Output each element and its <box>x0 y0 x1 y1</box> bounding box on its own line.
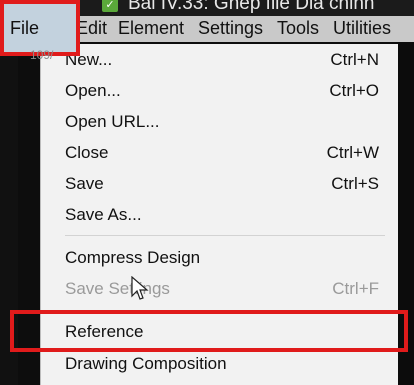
menu-file[interactable]: File <box>10 18 39 39</box>
menu-item-save-settings: Save Settings Ctrl+F <box>41 275 399 305</box>
window-title: Bai IV.33: Ghép file Dia chinh <box>128 0 375 14</box>
page-indicator: 109/ <box>30 48 54 62</box>
menu-item-open-url[interactable]: Open URL... <box>41 108 399 138</box>
menu-item-save[interactable]: Save Ctrl+S <box>41 170 399 200</box>
menu-edit[interactable]: Edit <box>76 18 107 39</box>
menu-item-shortcut: Ctrl+W <box>326 143 379 162</box>
menu-item-label: Drawing Composition <box>65 354 227 373</box>
menu-item-label: Close <box>65 143 109 162</box>
menu-item-shortcut: Ctrl+S <box>331 174 379 193</box>
menu-settings[interactable]: Settings <box>198 18 263 39</box>
menu-separator <box>65 235 385 236</box>
menu-item-new[interactable]: New... Ctrl+N <box>41 46 399 76</box>
menu-item-shortcut: Ctrl+N <box>330 50 379 69</box>
menu-element[interactable]: Element <box>118 18 184 39</box>
checkmark-icon: ✓ <box>102 0 118 12</box>
menu-item-label: Save <box>65 174 104 193</box>
menu-item-drawing-composition[interactable]: Drawing Composition <box>41 350 399 380</box>
menu-item-shortcut: Ctrl+O <box>329 81 379 100</box>
menu-item-open[interactable]: Open... Ctrl+O <box>41 77 399 107</box>
menu-item-label: Open URL... <box>65 112 160 131</box>
menu-item-shortcut: Ctrl+F <box>332 279 379 298</box>
menu-item-label: Save Settings <box>65 279 170 298</box>
menu-item-close[interactable]: Close Ctrl+W <box>41 139 399 169</box>
reference-annotation-box <box>10 310 408 352</box>
menu-item-label: Open... <box>65 81 121 100</box>
menu-item-compress-design[interactable]: Compress Design <box>41 244 399 274</box>
menu-tools[interactable]: Tools <box>277 18 319 39</box>
menu-item-label: Compress Design <box>65 248 201 267</box>
menu-item-label: Save As... <box>65 205 142 224</box>
menu-item-save-as[interactable]: Save As... <box>41 201 399 231</box>
mouse-cursor-icon <box>131 276 149 300</box>
menu-utilities[interactable]: Utilities <box>333 18 391 39</box>
